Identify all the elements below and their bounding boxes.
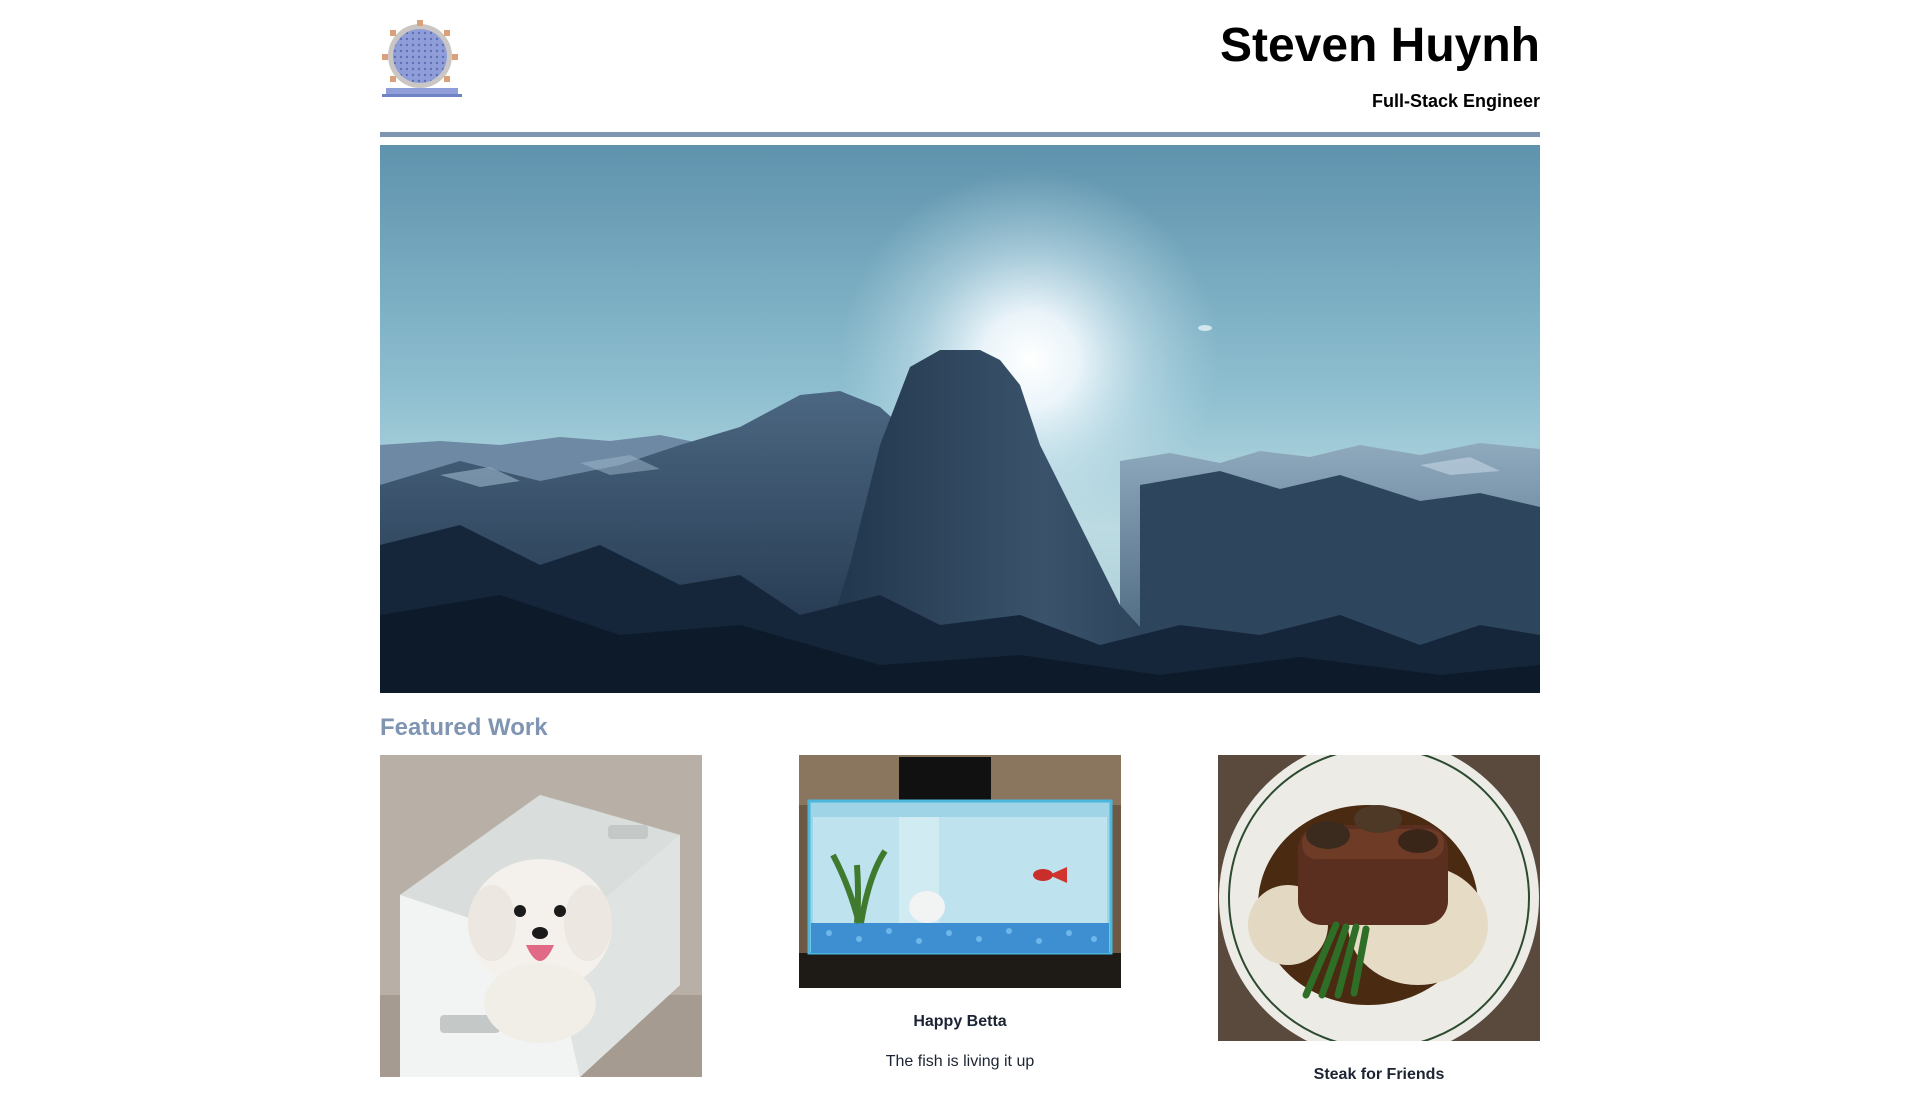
featured-card-dog[interactable] (380, 755, 702, 1077)
page: Steven Huynh Full-Stack Engineer Feature… (380, 0, 1540, 1100)
featured-card-steak[interactable]: Steak for Friends (1218, 755, 1540, 1085)
site-subtitle: Full-Stack Engineer (1371, 91, 1540, 111)
dog-in-basket-photo[interactable] (380, 755, 702, 1077)
steak-dinner-photo[interactable] (1218, 755, 1540, 1041)
card-title: Steak for Friends (1313, 1066, 1445, 1083)
hero-mountain-sunrise-photo (380, 145, 1540, 693)
card-title: Happy Betta (913, 1013, 1007, 1030)
title-block: Steven Huynh Full-Stack Engineer (1220, 18, 1540, 112)
porthole-logo-icon[interactable] (380, 18, 464, 102)
aquarium-photo[interactable] (799, 755, 1121, 988)
site-owner-name: Steven Huynh (1219, 19, 1540, 72)
featured-card-betta[interactable]: Happy Betta The fish is living it up (799, 755, 1121, 1072)
featured-work-grid: Happy Betta The fish is living it up Ste… (380, 755, 1540, 1100)
card-description: The fish is living it up (885, 1053, 1035, 1070)
featured-work-heading: Featured Work (380, 714, 548, 741)
header-divider (380, 132, 1540, 137)
site-header: Steven Huynh Full-Stack Engineer (380, 18, 1540, 137)
